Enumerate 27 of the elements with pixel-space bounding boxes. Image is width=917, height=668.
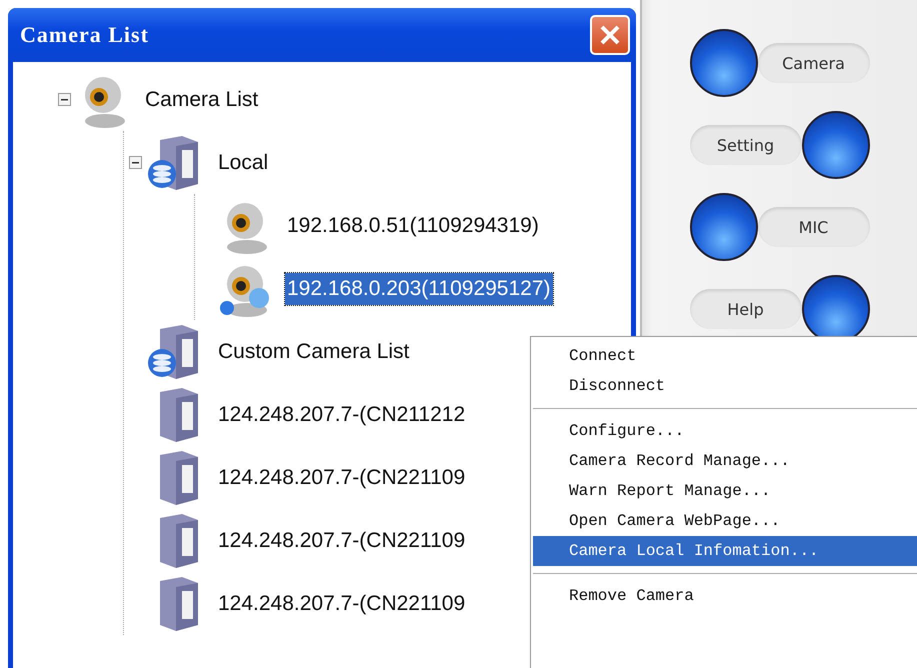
- tree-item[interactable]: 124.248.207.7-(CN221109: [216, 588, 468, 620]
- menu-item[interactable]: Warn Report Manage...: [533, 476, 917, 506]
- tree-item[interactable]: 124.248.207.7-(CN211212: [216, 398, 468, 430]
- close-button[interactable]: [590, 15, 630, 55]
- side-button[interactable]: Setting: [690, 110, 870, 180]
- side-button[interactable]: Camera: [690, 28, 870, 98]
- close-icon: [599, 24, 621, 46]
- tree-item[interactable]: 124.248.207.7-(CN221109: [216, 524, 468, 556]
- menu-item[interactable]: Disconnect: [533, 371, 917, 401]
- menu-item[interactable]: Open Camera WebPage...: [533, 506, 917, 536]
- collapse-toggle[interactable]: [128, 156, 142, 169]
- minus-icon: [60, 96, 68, 103]
- tree-item[interactable]: 192.168.0.51(1109294319): [285, 210, 541, 242]
- tree-item[interactable]: Local: [216, 146, 270, 178]
- tree-item[interactable]: 124.248.207.7-(CN221109: [216, 462, 468, 494]
- menu-item[interactable]: Camera Local Infomation...: [533, 536, 917, 566]
- tree-item[interactable]: Camera List: [143, 84, 260, 116]
- menu-item[interactable]: Connect: [533, 341, 917, 371]
- side-button[interactable]: MIC: [690, 192, 870, 262]
- menu-item[interactable]: Camera Record Manage...: [533, 446, 917, 476]
- menu-item[interactable]: Configure...: [533, 416, 917, 446]
- minus-icon: [132, 159, 138, 166]
- tree-item[interactable]: 192.168.0.203(1109295127): [285, 272, 553, 304]
- menu-item[interactable]: Remove Camera: [533, 581, 917, 611]
- collapse-toggle[interactable]: [58, 93, 70, 106]
- window-title: Camera List: [20, 22, 149, 48]
- tree-item[interactable]: Custom Camera List: [216, 336, 412, 368]
